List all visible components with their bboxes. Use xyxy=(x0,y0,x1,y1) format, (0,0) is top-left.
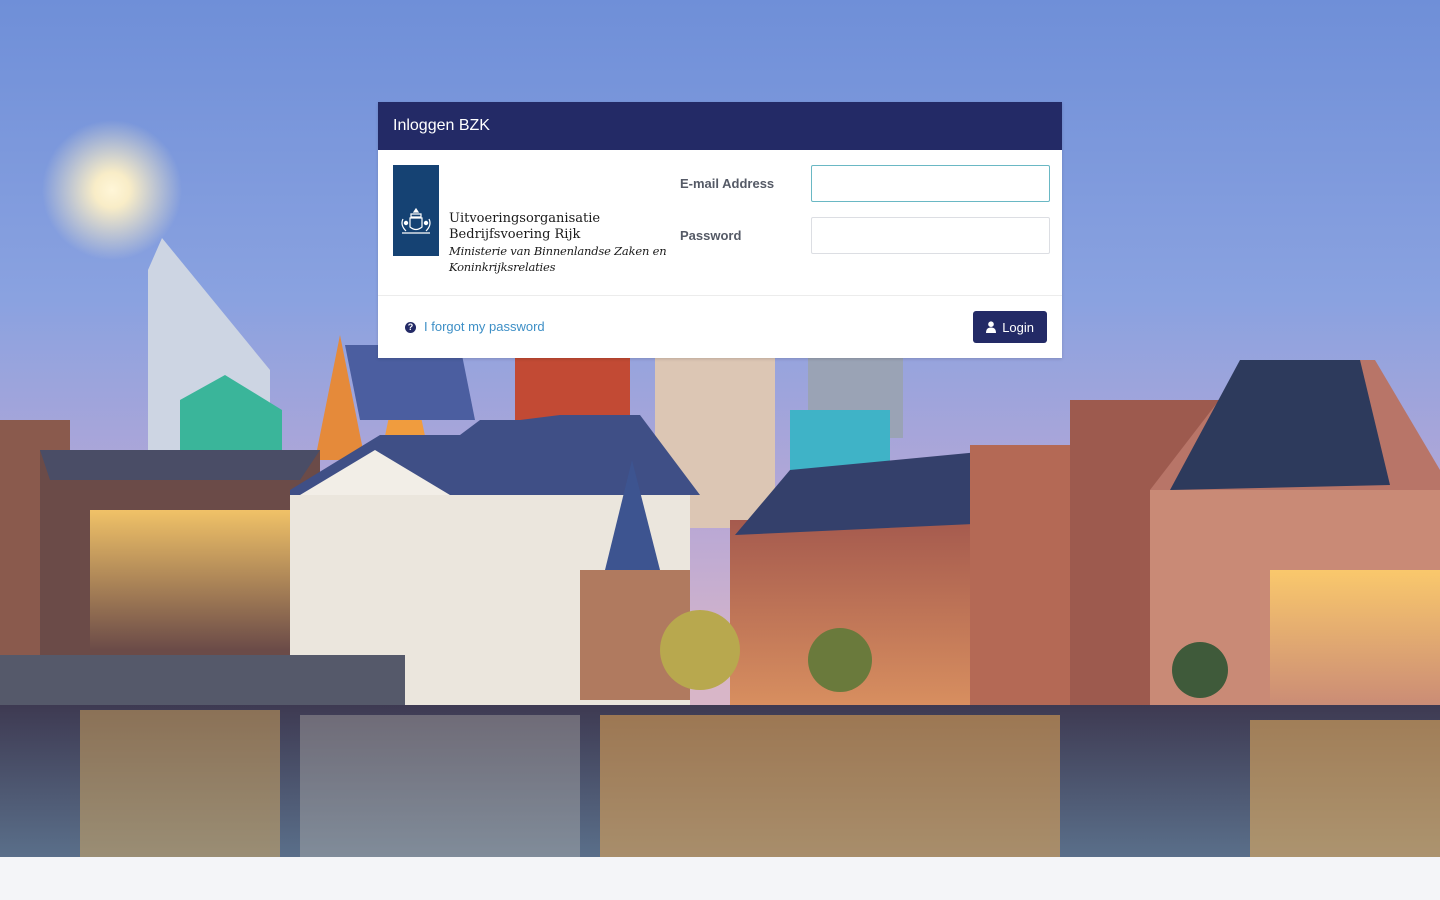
card-footer: ? I forgot my password Login xyxy=(378,296,1062,358)
logo-line-1: Uitvoeringsorganisatie xyxy=(449,211,601,226)
user-icon xyxy=(986,321,997,333)
organisation-logo: Uitvoeringsorganisatie Bedrijfsvoering R… xyxy=(393,165,667,280)
password-label: Password xyxy=(680,228,742,243)
login-form: Uitvoeringsorganisatie Bedrijfsvoering R… xyxy=(378,150,1062,296)
logo-line-3: Ministerie van Binnenlandse Zaken en xyxy=(449,244,667,258)
password-field[interactable] xyxy=(811,217,1050,254)
logo-line-4: Koninkrijksrelaties xyxy=(449,260,556,274)
logo-line-2: Bedrijfsvoering Rijk xyxy=(449,227,581,242)
email-label: E-mail Address xyxy=(680,176,775,191)
forgot-password-label: I forgot my password xyxy=(424,319,545,334)
login-button-label: Login xyxy=(1002,319,1034,335)
login-card: Inloggen BZK Uitvoeringsorganisatie Bedr… xyxy=(378,102,1062,358)
question-circle-icon: ? xyxy=(405,321,416,333)
email-field[interactable] xyxy=(811,165,1050,202)
login-button[interactable]: Login xyxy=(973,311,1047,343)
forgot-password-link[interactable]: ? I forgot my password xyxy=(405,318,545,336)
logo-bar xyxy=(393,165,439,256)
page-footer-strip xyxy=(0,857,1440,900)
email-row: E-mail Address xyxy=(680,165,1050,202)
card-title: Inloggen BZK xyxy=(378,102,1062,150)
password-row: Password xyxy=(680,217,1050,254)
logo-text: Uitvoeringsorganisatie Bedrijfsvoering R… xyxy=(449,211,669,275)
rijksoverheid-emblem-icon xyxy=(401,207,431,234)
